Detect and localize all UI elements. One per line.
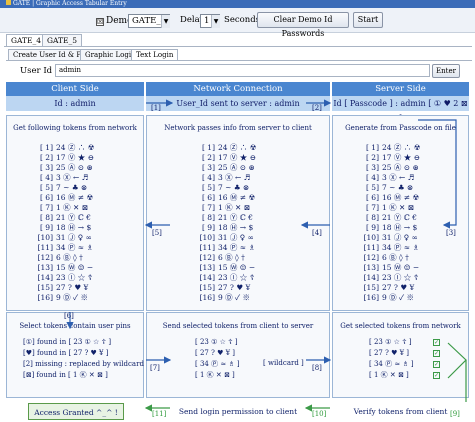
- arrow-label-9: [9]: [450, 410, 460, 418]
- arrow-label-2: [2]: [312, 104, 322, 112]
- arrow-label-3: [3]: [446, 229, 456, 237]
- arrow-9: [447, 342, 467, 379]
- arrow-label-4: [4]: [312, 229, 322, 237]
- arrow-label-8: [8]: [312, 364, 322, 372]
- arrow-label-6: [6]: [64, 312, 74, 320]
- flow-arrows: [66, 99, 467, 412]
- arrow-label-1: [1]: [151, 104, 161, 112]
- arrow-label-11: [11]: [152, 410, 167, 418]
- arrow-label-7: [7]: [150, 364, 160, 372]
- arrow-label-5: [5]: [152, 229, 162, 237]
- arrow-3: [418, 119, 457, 229]
- arrow-label-10: [10]: [312, 410, 327, 418]
